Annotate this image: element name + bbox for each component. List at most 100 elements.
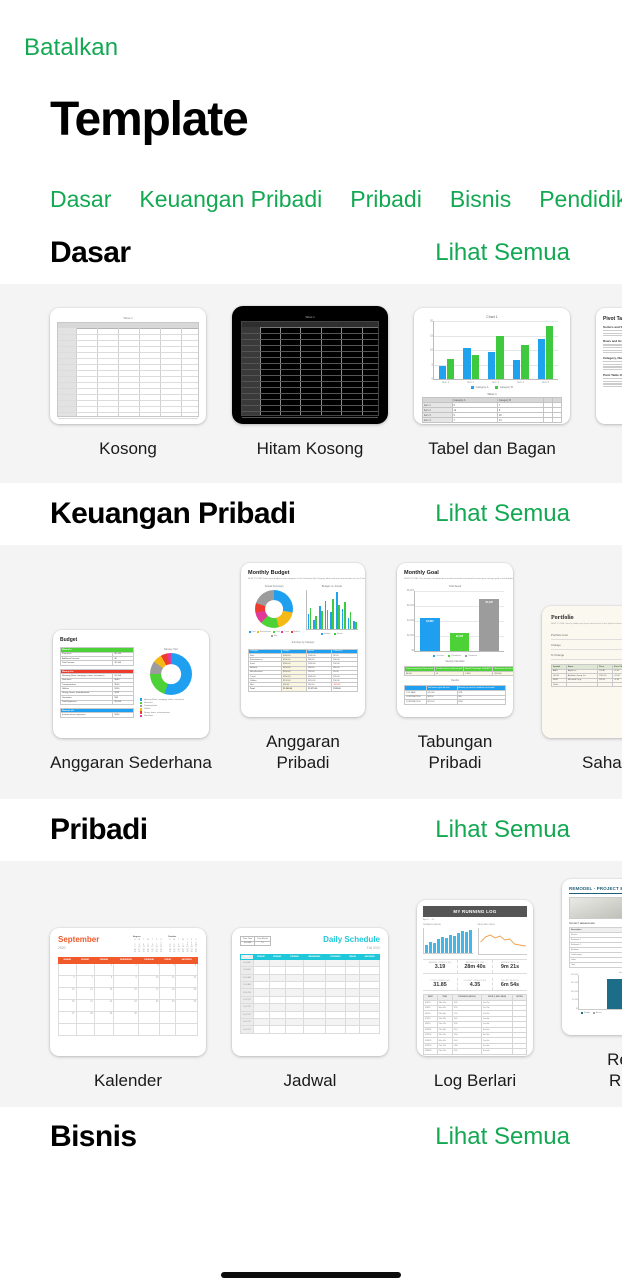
template-label: Kosong bbox=[99, 439, 157, 458]
template-chooser-screen: Batalkan Template Dasar Keuangan Pribadi… bbox=[0, 0, 622, 1287]
category-nav[interactable]: Dasar Keuangan Pribadi Pribadi Bisnis Pe… bbox=[0, 176, 622, 222]
section-title: Keuangan Pribadi bbox=[50, 497, 296, 530]
stat-label: Portfolio Cost bbox=[551, 632, 568, 637]
legend-label: Category A bbox=[475, 386, 489, 389]
legend-label: Actual bbox=[337, 633, 343, 636]
home-indicator[interactable] bbox=[221, 1272, 401, 1278]
section-header-bisnis: Bisnis Lihat Semua bbox=[0, 1107, 622, 1167]
time-cell: 2:00 PM bbox=[240, 1003, 254, 1012]
donut-legend: Housing (Rent, mortgage, taxes, insuranc… bbox=[139, 698, 202, 718]
calendar-month: September bbox=[58, 935, 100, 945]
donut-chart bbox=[149, 653, 192, 696]
bar: $4,500 bbox=[420, 617, 440, 652]
y-tick: $4,000 bbox=[406, 620, 414, 623]
see-all-dasar[interactable]: Lihat Semua bbox=[435, 239, 570, 267]
category-tab-pribadi[interactable]: Pribadi bbox=[350, 186, 422, 213]
time-cell: 4:00 PM bbox=[240, 1017, 254, 1027]
data-table: Category A Category B Item 157 Item 2 12 9 … bbox=[422, 397, 563, 423]
thumbnail-monthly-goal[interactable]: Monthly Goal HOW TO USE: The amount calc… bbox=[397, 563, 513, 717]
stats-row-1: AVERAGE DISTANCE (MI) 3.19 AVERAGE RUN TI… bbox=[423, 958, 527, 974]
template-cell-renovasi-rumah[interactable]: REMODEL - PROJECT BU PROJECT BREAKDOWN D… bbox=[562, 879, 622, 1092]
see-all-pribadi[interactable]: Lihat Semua bbox=[435, 816, 570, 844]
thumbnail-table-and-chart[interactable]: Chart 1 20 15 10 5 0 Item 1 Item 2 Item … bbox=[414, 308, 570, 424]
thumbnail-remodel[interactable]: REMODEL - PROJECT BU PROJECT BREAKDOWN D… bbox=[562, 879, 622, 1035]
cancel-button[interactable]: Batalkan bbox=[24, 34, 118, 62]
thumbnail-portfolio[interactable]: Portfolio HOW TO USE: Start by adding st… bbox=[542, 606, 622, 739]
td: 7 bbox=[451, 417, 498, 423]
schedule-settings-table: Start Time Time Blocks 8:00 AM 10 bbox=[239, 936, 271, 947]
template-row-pribadi[interactable]: September 2020 August SMTWTFS 12345678 9… bbox=[0, 861, 622, 1092]
template-label: Renc Rum bbox=[607, 1050, 622, 1091]
thumbnail-blank-sheet[interactable]: Tabel 1 bbox=[50, 308, 206, 424]
project-photos bbox=[569, 897, 622, 919]
section-dasar-body: Tabel 1 Kosong Tabel 1 Hitam Kosong Char… bbox=[0, 284, 622, 483]
template-cell-hitam-kosong[interactable]: Tabel 1 Hitam Kosong bbox=[232, 306, 388, 459]
template-label: Jadwal bbox=[283, 1071, 337, 1091]
template-cell-kosong[interactable]: Tabel 1 Kosong bbox=[50, 308, 206, 459]
category-tab-dasar[interactable]: Dasar bbox=[50, 186, 111, 213]
template-cell-tabungan-pribadi[interactable]: Monthly Goal HOW TO USE: The amount calc… bbox=[394, 563, 516, 774]
category-tab-keuangan-pribadi[interactable]: Keuangan Pribadi bbox=[139, 186, 322, 213]
template-row-keuangan-pribadi[interactable]: Budget Money In Paycheck $2,100 Additiona… bbox=[0, 545, 622, 774]
template-cell-anggaran-sederhana[interactable]: Budget Money In Paycheck $2,100 Additiona… bbox=[50, 630, 212, 773]
template-cell-log-berlari[interactable]: MY RUNNING LOG April 1 – 30 DISTANCE (MI… bbox=[414, 900, 536, 1091]
td: 8:00 AM bbox=[239, 940, 256, 947]
template-cell-kalender[interactable]: September 2020 August SMTWTFS 12345678 9… bbox=[50, 928, 206, 1091]
stat-label: Change bbox=[551, 642, 561, 647]
y-tick: $2,000 bbox=[406, 635, 414, 638]
legend-label: One-time bbox=[436, 655, 444, 658]
template-cell-saham-saya[interactable]: Portfolio HOW TO USE: Start by adding st… bbox=[542, 606, 622, 773]
y-tick: 0 bbox=[431, 377, 433, 381]
category-tab-pendidikan[interactable]: Pendidikan bbox=[539, 186, 622, 213]
category-tab-bisnis[interactable]: Bisnis bbox=[450, 186, 511, 213]
legend-label: Transportation bbox=[143, 705, 158, 708]
template-label: Kalender bbox=[93, 1071, 163, 1091]
template-label: Anggaran Pribadi bbox=[266, 732, 340, 773]
section-title: Pribadi bbox=[50, 813, 148, 846]
thumbnail-daily-schedule[interactable]: Start Time Time Blocks 8:00 AM 10 Daily Sc… bbox=[232, 928, 388, 1057]
x-tick: Item 3 bbox=[492, 381, 499, 384]
doc-subtitle: April 1 – 30 bbox=[423, 919, 435, 922]
thumbnail-simple-budget[interactable]: Budget Money In Paycheck $2,100 Additiona… bbox=[53, 630, 209, 739]
x-tick: Item 1 bbox=[442, 381, 449, 384]
see-all-keuangan-pribadi[interactable]: Lihat Semua bbox=[435, 500, 570, 528]
template-cell-tabel-dan-bagan[interactable]: Chart 1 20 15 10 5 0 Item 1 Item 2 Item … bbox=[414, 308, 570, 459]
legend-label: Dining, loans, entertainment bbox=[143, 711, 170, 714]
doc-title: REMODEL - PROJECT BU bbox=[569, 886, 622, 894]
see-all-bisnis[interactable]: Lihat Semua bbox=[435, 1123, 570, 1151]
template-cell-jadwal[interactable]: Start Time Time Blocks 8:00 AM 10 Daily Sc… bbox=[232, 928, 388, 1091]
template-cell-dasar-pivot[interactable]: Pivot Ta Sorters and Sur Rows and Grou C… bbox=[596, 308, 622, 459]
bar-group-container bbox=[434, 321, 558, 379]
table-title: Tabel 1 bbox=[487, 392, 497, 396]
template-row-dasar[interactable]: Tabel 1 Kosong Tabel 1 Hitam Kosong Char… bbox=[0, 284, 622, 459]
doc-title: Daily Schedule bbox=[323, 935, 380, 945]
legend-label: Budget bbox=[584, 1011, 590, 1014]
stat-avg-distance: AVERAGE DISTANCE (MI) 3.19 bbox=[423, 959, 458, 973]
template-label: Tabungan Pribadi bbox=[417, 732, 493, 773]
bar-chart bbox=[305, 590, 358, 631]
template-label: Hitam Kosong bbox=[256, 439, 364, 458]
chart-title: Total Saved bbox=[448, 585, 462, 589]
thumbnail-pivot-doc[interactable]: Pivot Ta Sorters and Sur Rows and Grou C… bbox=[596, 308, 622, 424]
y-tick: $15,000 bbox=[571, 982, 578, 984]
td: Total Expenses bbox=[59, 699, 114, 705]
thumbnail-running-log[interactable]: MY RUNNING LOG April 1 – 30 DISTANCE (MI… bbox=[417, 900, 533, 1057]
time-cell: 5:00 PM bbox=[240, 1025, 254, 1034]
time-cell: 11:00 AM bbox=[240, 980, 254, 990]
y-tick: $20,000 bbox=[571, 973, 578, 976]
section-pribadi: Pribadi Lihat Semua bbox=[0, 799, 622, 861]
section-keuangan-pribadi: Keuangan Pribadi Lihat Semua bbox=[0, 483, 622, 545]
legend-label: Contribution bbox=[450, 655, 462, 658]
section-title: Dasar bbox=[50, 236, 131, 269]
bar bbox=[606, 978, 622, 1009]
mini-month-next: October SMTWTFS 1 2 3 4 5 6 7 8 9 10 11 12 13 14 15 16… bbox=[168, 936, 198, 954]
thumbnail-calendar[interactable]: September 2020 August SMTWTFS 12345678 9… bbox=[50, 928, 206, 1057]
stat-fastest-pace: FASTEST PACE / MI 6m 54s bbox=[500, 979, 520, 988]
doc-title: Budget bbox=[60, 637, 78, 644]
template-label: Tabel dan Bagan bbox=[428, 439, 556, 458]
td: $2,000 bbox=[112, 699, 134, 705]
y-tick: 10 bbox=[430, 348, 433, 352]
template-cell-anggaran-pribadi[interactable]: Monthly Budget HOW TO USE: Enter your bu… bbox=[238, 563, 368, 774]
thumbnail-black-sheet[interactable]: Tabel 1 bbox=[232, 306, 388, 424]
thumbnail-monthly-budget[interactable]: Monthly Budget HOW TO USE: Enter your bu… bbox=[241, 563, 365, 717]
